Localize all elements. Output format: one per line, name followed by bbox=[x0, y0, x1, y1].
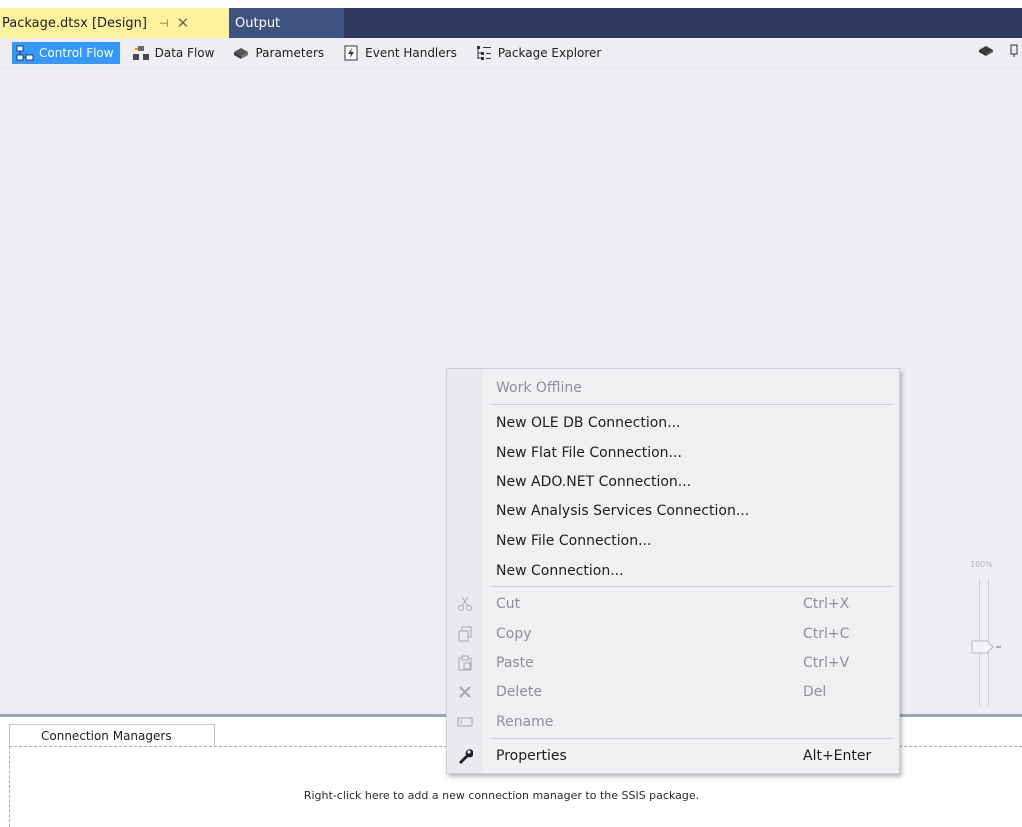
tab-control-flow[interactable]: Control Flow bbox=[12, 41, 120, 64]
menu-item-copy[interactable]: Copy Ctrl+C bbox=[447, 619, 899, 648]
menu-separator bbox=[491, 404, 893, 405]
menu-item-paste-shortcut: Ctrl+V bbox=[803, 654, 850, 671]
parameters-icon bbox=[232, 45, 250, 61]
menu-item-cut-label: Cut bbox=[496, 595, 521, 612]
menu-item-properties[interactable]: Properties Alt+Enter bbox=[447, 741, 899, 770]
menu-item-new-oledb-connection-label: New OLE DB Connection... bbox=[496, 414, 681, 431]
tab-data-flow-label: Data Flow bbox=[154, 45, 215, 60]
menu-item-paste[interactable]: Paste Ctrl+V bbox=[447, 648, 899, 677]
menu-item-new-analysis-services-connection-label: New Analysis Services Connection... bbox=[496, 502, 750, 519]
menu-item-new-flat-file-connection[interactable]: New Flat File Connection... bbox=[447, 438, 899, 467]
copy-icon bbox=[456, 625, 474, 643]
tab-output-label: Output bbox=[235, 15, 281, 31]
menu-item-new-flat-file-connection-label: New Flat File Connection... bbox=[496, 444, 682, 461]
menu-item-paste-label: Paste bbox=[496, 654, 534, 671]
document-tab-bar: Package.dtsx [Design] ⊣ ✕ Output bbox=[0, 8, 1022, 38]
tab-output[interactable]: Output bbox=[229, 8, 344, 38]
tab-package-design[interactable]: Package.dtsx [Design] ⊣ ✕ bbox=[0, 8, 229, 38]
menu-item-delete-shortcut: Del bbox=[803, 683, 827, 700]
zoom-slider-thumb[interactable] bbox=[971, 640, 1003, 657]
menu-item-new-adonet-connection[interactable]: New ADO.NET Connection... bbox=[447, 467, 899, 496]
tab-event-handlers[interactable]: Event Handlers bbox=[338, 42, 463, 64]
menu-separator bbox=[491, 738, 893, 739]
tab-parameters-label: Parameters bbox=[255, 45, 325, 60]
menu-item-new-file-connection-label: New File Connection... bbox=[496, 532, 652, 549]
menu-item-work-offline[interactable]: Work Offline bbox=[447, 373, 899, 402]
menu-item-copy-label: Copy bbox=[496, 625, 532, 642]
tab-connection-managers-label: Connection Managers bbox=[41, 728, 172, 743]
menu-item-copy-shortcut: Ctrl+C bbox=[803, 625, 850, 642]
menu-item-new-connection[interactable]: New Connection... bbox=[447, 556, 899, 585]
tab-package-design-label: Package.dtsx [Design] bbox=[2, 15, 147, 31]
tab-package-explorer-label: Package Explorer bbox=[497, 45, 602, 60]
parameters-toolbar-icon[interactable] bbox=[978, 44, 994, 61]
zoom-level-label: 100% bbox=[970, 560, 993, 569]
menu-item-cut-shortcut: Ctrl+X bbox=[803, 595, 850, 612]
menu-item-rename[interactable]: Rename bbox=[447, 707, 899, 736]
designer-toolbar: Control Flow Data Flow Parameters Event … bbox=[0, 38, 1022, 68]
menu-item-new-file-connection[interactable]: New File Connection... bbox=[447, 526, 899, 555]
menu-separator bbox=[491, 586, 893, 587]
variables-toolbar-icon[interactable] bbox=[1010, 44, 1018, 61]
menu-item-properties-shortcut: Alt+Enter bbox=[803, 747, 872, 764]
menu-item-delete-label: Delete bbox=[496, 683, 542, 700]
menu-item-properties-label: Properties bbox=[496, 747, 567, 764]
toolbar-right-group bbox=[978, 44, 1018, 61]
menu-item-new-adonet-connection-label: New ADO.NET Connection... bbox=[496, 473, 692, 490]
cut-icon bbox=[456, 595, 474, 613]
menu-item-delete[interactable]: Delete Del bbox=[447, 677, 899, 706]
delete-icon bbox=[456, 683, 474, 701]
tab-event-handlers-label: Event Handlers bbox=[365, 45, 457, 60]
menu-item-cut[interactable]: Cut Ctrl+X bbox=[447, 589, 899, 618]
event-handlers-icon bbox=[342, 45, 360, 61]
menu-item-new-connection-label: New Connection... bbox=[496, 562, 624, 579]
wrench-icon bbox=[456, 747, 474, 765]
tab-connection-managers[interactable]: Connection Managers bbox=[9, 724, 215, 746]
menu-item-rename-label: Rename bbox=[496, 713, 554, 730]
control-flow-icon bbox=[16, 45, 34, 61]
window-top-strip bbox=[0, 0, 1022, 8]
tab-parameters[interactable]: Parameters bbox=[228, 42, 330, 64]
tab-control-flow-label: Control Flow bbox=[39, 45, 114, 60]
tab-package-explorer[interactable]: Package Explorer bbox=[471, 42, 608, 64]
menu-item-new-analysis-services-connection[interactable]: New Analysis Services Connection... bbox=[447, 496, 899, 525]
rename-icon bbox=[456, 713, 474, 731]
menu-item-work-offline-label: Work Offline bbox=[496, 379, 582, 396]
paste-icon bbox=[456, 654, 474, 672]
data-flow-icon bbox=[132, 45, 150, 61]
pin-icon[interactable]: ⊣ bbox=[159, 17, 169, 30]
connection-managers-hint: Right-click here to add a new connection… bbox=[303, 789, 700, 802]
tab-data-flow[interactable]: Data Flow bbox=[128, 42, 221, 64]
context-menu: Work Offline New OLE DB Connection... Ne… bbox=[446, 368, 900, 774]
close-icon[interactable]: ✕ bbox=[177, 15, 190, 31]
menu-item-new-oledb-connection[interactable]: New OLE DB Connection... bbox=[447, 408, 899, 437]
package-explorer-icon bbox=[475, 45, 493, 61]
